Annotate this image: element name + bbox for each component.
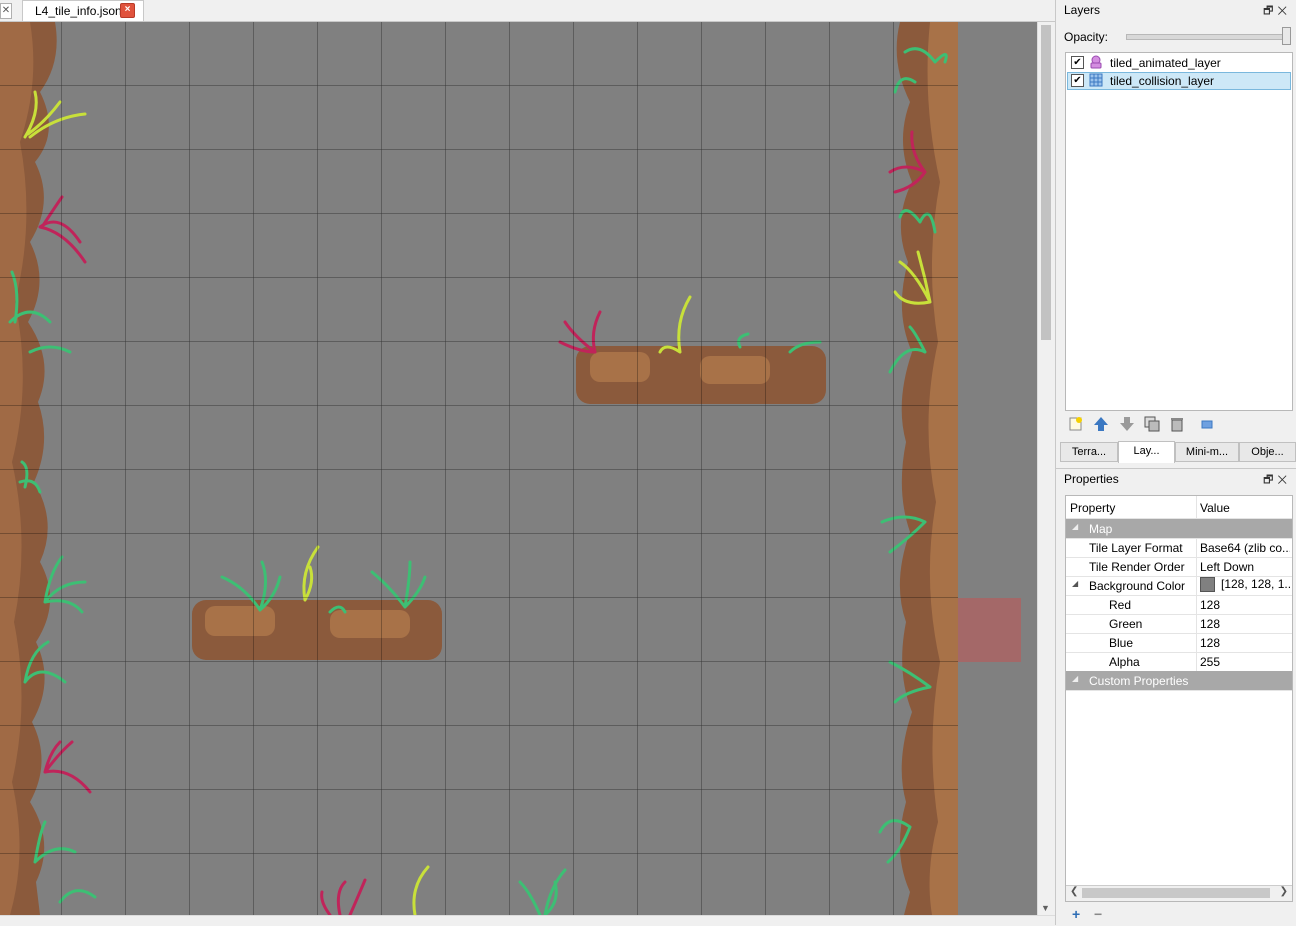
property-row-green[interactable]: Green 128 [1066,614,1292,634]
document-tab-bar: ✕ L4_tile_info.json × [0,0,1055,22]
tile-layer-icon [1089,73,1103,87]
property-value[interactable]: 128 [1200,598,1290,612]
collapse-arrow-icon[interactable]: ◢ [1072,522,1078,531]
property-value[interactable]: 128 [1200,617,1290,631]
scroll-right-icon[interactable]: ❯ [1280,886,1288,897]
tab-terrains[interactable]: Terra... [1060,442,1118,462]
section-label: Custom Properties [1089,674,1189,688]
map-canvas[interactable] [0,22,1037,915]
layer-name: tiled_collision_layer [1110,74,1215,88]
layer-list: ✔ tiled_animated_layer ✔ tiled_collision… [1065,52,1293,411]
property-value[interactable]: 255 [1200,655,1290,669]
properties-table: Property Value ◢ Map Tile Layer Format B… [1065,495,1293,902]
canvas-horizontal-scrollbar[interactable] [0,915,1055,926]
property-value[interactable]: [128, 128, 1... [1200,577,1290,593]
properties-horizontal-scrollbar[interactable]: ❮ ❯ [1066,885,1292,901]
value-column-header: Value [1200,501,1230,515]
layer-visibility-checkbox[interactable]: ✔ [1071,74,1084,87]
raise-layer-icon[interactable] [1093,416,1109,432]
scroll-left-icon[interactable]: ❮ [1070,886,1078,897]
remove-property-icon[interactable]: − [1094,906,1102,922]
tile-grid [0,22,958,915]
canvas-vertical-scrollbar[interactable]: ▼ [1037,22,1055,915]
property-column-header: Property [1070,501,1116,515]
document-tab-label: L4_tile_info.json [35,4,122,18]
layer-row-collision[interactable]: ✔ tiled_collision_layer [1067,72,1291,90]
property-key: Green [1109,617,1143,631]
document-tab[interactable]: L4_tile_info.json × [22,0,144,21]
collapse-arrow-icon[interactable]: ◢ [1072,579,1078,588]
layers-panel-title: Layers [1064,3,1101,17]
tab-layers[interactable]: Lay... [1118,441,1175,463]
object-layer-icon [1090,55,1102,69]
collapse-arrow-icon[interactable]: ◢ [1072,674,1078,683]
property-value[interactable]: 128 [1200,636,1290,650]
tab-minimap[interactable]: Mini-m... [1175,442,1239,462]
color-value-text: [128, 128, 1... [1221,577,1290,591]
property-row-blue[interactable]: Blue 128 [1066,633,1292,653]
property-value[interactable]: Base64 (zlib co... [1200,541,1290,555]
property-key: Alpha [1109,655,1140,669]
new-layer-icon[interactable] [1068,416,1084,432]
scrollbar-thumb[interactable] [1041,25,1051,340]
layer-name: tiled_animated_layer [1110,56,1221,70]
lower-layer-icon[interactable] [1119,416,1135,432]
opacity-slider-handle[interactable] [1282,27,1291,45]
map-section-header[interactable]: ◢ Map [1066,519,1292,539]
opacity-label: Opacity: [1064,30,1109,44]
color-swatch[interactable] [1200,577,1215,593]
property-key: Blue [1109,636,1134,650]
layer-visibility-checkbox[interactable]: ✔ [1071,56,1084,69]
close-tab-icon[interactable]: × [120,3,135,18]
property-value[interactable]: Left Down [1200,560,1290,574]
custom-properties-section-header[interactable]: ◢ Custom Properties [1066,671,1292,691]
section-label: Map [1089,522,1113,536]
property-row-tile-render-order[interactable]: Tile Render Order Left Down [1066,557,1292,577]
property-row-background-color[interactable]: ◢ Background Color [128, 128, 1... [1066,576,1292,596]
properties-header: Property Value [1066,496,1292,519]
property-row-alpha[interactable]: Alpha 255 [1066,652,1292,672]
panel-divider [1056,468,1296,469]
layer-opacity-icon[interactable] [1199,416,1215,432]
delete-layer-icon[interactable] [1169,416,1185,432]
properties-panel-title: Properties [1064,472,1119,486]
property-row-red[interactable]: Red 128 [1066,595,1292,615]
layer-row-animated[interactable]: ✔ tiled_animated_layer [1067,54,1291,72]
properties-float-close-icons[interactable]: 🗗✕ [1263,471,1291,490]
tile-highlight [958,598,1021,662]
opacity-slider-track[interactable] [1126,34,1290,40]
property-key: Background Color [1089,579,1186,593]
property-key: Red [1109,598,1132,612]
duplicate-layer-icon[interactable] [1144,416,1160,432]
tab-objects[interactable]: Obje... [1239,442,1296,462]
property-row-tile-layer-format[interactable]: Tile Layer Format Base64 (zlib co... [1066,538,1292,558]
add-property-icon[interactable]: + [1072,906,1080,922]
scrollbar-thumb[interactable] [1082,888,1270,898]
property-key: Tile Render Order [1089,560,1185,574]
tab-scroll-left-icon[interactable]: ✕ [0,3,12,19]
right-dock-panel: Layers 🗗✕ Opacity: ✔ tiled_animated_laye… [1055,0,1296,925]
scroll-down-icon[interactable]: ▼ [1041,903,1050,913]
layer-toolbar [1068,416,1221,434]
layers-float-close-icons[interactable]: 🗗✕ [1263,2,1291,21]
property-key: Tile Layer Format [1089,541,1183,555]
